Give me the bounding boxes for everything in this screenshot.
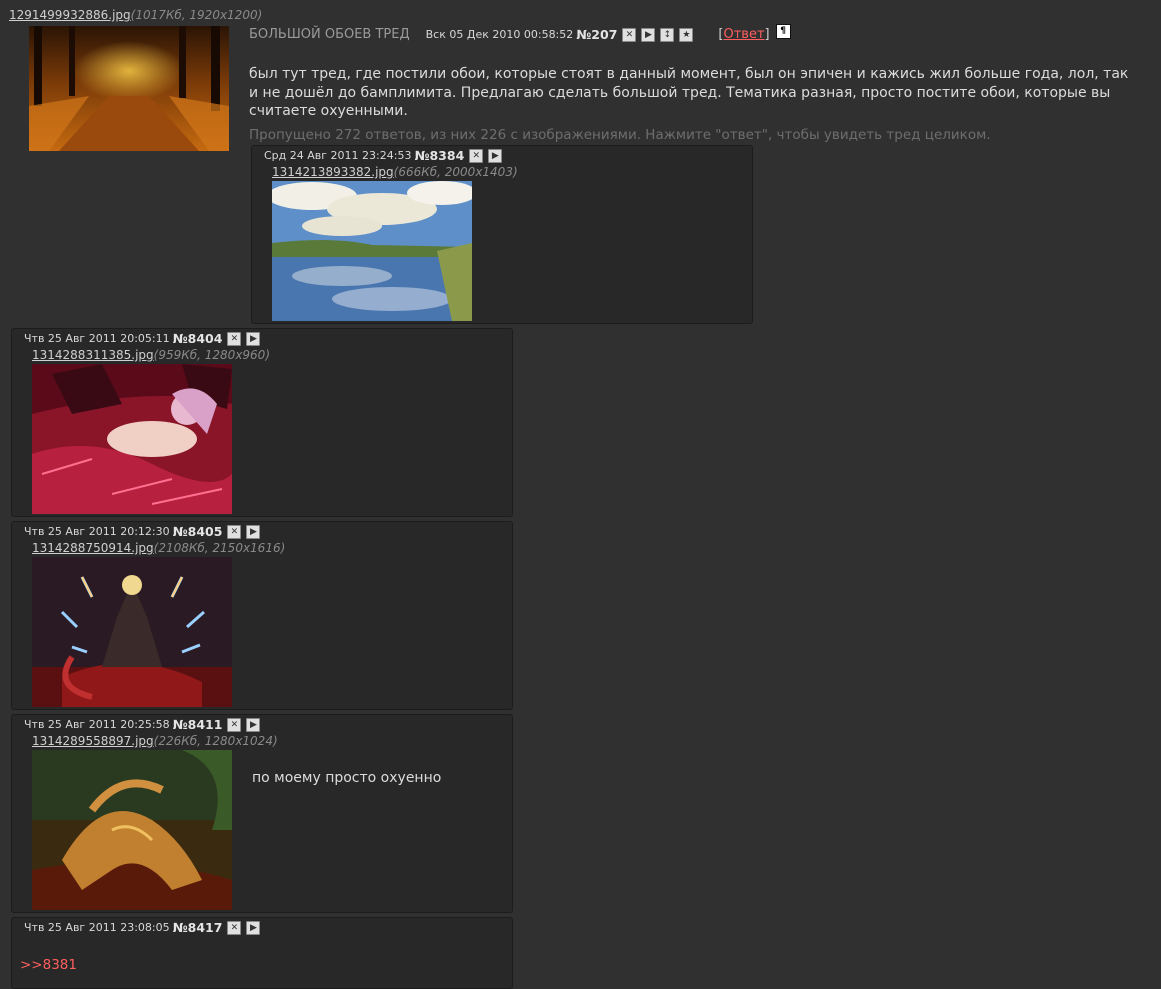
post-message: по моему просто охуенно: [252, 770, 442, 786]
post-number[interactable]: №8384: [414, 148, 464, 163]
reply-link-wrapper: [Ответ]: [718, 27, 770, 42]
post-file-meta: (2108Кб, 2150x1616): [153, 541, 286, 555]
delete-icon[interactable]: ✕: [227, 524, 242, 539]
delete-icon[interactable]: ✕: [227, 717, 242, 732]
bookmark-icon[interactable]: ¶: [775, 24, 791, 39]
star-icon[interactable]: ★: [679, 27, 694, 42]
post-header: Чтв 25 Авг 2011 20:25:58 №8411 ✕ ▶: [24, 717, 265, 732]
play-icon[interactable]: ▶: [246, 524, 261, 539]
post-file-link[interactable]: 1314288311385.jpg: [32, 348, 154, 362]
post-thumbnail-creature[interactable]: [32, 750, 232, 910]
post-date: Чтв 25 Авг 2011 23:08:05: [24, 921, 170, 934]
updown-icon[interactable]: ↕: [660, 27, 675, 42]
post-number[interactable]: №8405: [173, 524, 223, 539]
delete-icon[interactable]: ✕: [227, 920, 242, 935]
post-date: Чтв 25 Авг 2011 20:25:58: [24, 718, 170, 731]
op-file-link[interactable]: 1291499932886.jpg: [9, 8, 131, 22]
post-header: Чтв 25 Авг 2011 23:08:05 №8417 ✕ ▶: [24, 920, 265, 935]
post-8404: Чтв 25 Авг 2011 20:05:11 №8404 ✕ ▶ 13142…: [11, 328, 513, 517]
post-8384: Срд 24 Авг 2011 23:24:53 №8384 ✕ ▶ 13142…: [251, 145, 753, 324]
post-header: Чтв 25 Авг 2011 20:05:11 №8404 ✕ ▶: [24, 331, 265, 346]
post-thumbnail-anime-red[interactable]: [32, 364, 232, 514]
post-file-link[interactable]: 1314213893382.jpg: [272, 165, 394, 179]
post-file-meta: (959Кб, 1280x960): [153, 348, 271, 362]
op-header: БОЛЬШОЙ ОБОЕВ ТРЕД Вск 05 Дек 2010 00:58…: [249, 24, 791, 42]
delete-icon[interactable]: ✕: [469, 148, 484, 163]
post-8411: Чтв 25 Авг 2011 20:25:58 №8411 ✕ ▶ 13142…: [11, 714, 513, 913]
post-file-link[interactable]: 1314288750914.jpg: [32, 541, 154, 555]
omitted-notice: Пропущено 272 ответов, из них 226 с изоб…: [249, 127, 991, 143]
post-8405: Чтв 25 Авг 2011 20:12:30 №8405 ✕ ▶ 13142…: [11, 521, 513, 710]
op-message: был тут тред, где постили обои, которые …: [249, 66, 1129, 119]
op-file-meta: (1017Кб, 1920x1200): [130, 8, 263, 22]
post-file-meta: (666Кб, 2000x1403): [393, 165, 518, 179]
op-subject: БОЛЬШОЙ ОБОЕВ ТРЕД: [249, 27, 410, 42]
post-date: Срд 24 Авг 2011 23:24:53: [264, 149, 412, 162]
play-icon[interactable]: ▶: [246, 920, 261, 935]
post-header: Чтв 25 Авг 2011 20:12:30 №8405 ✕ ▶: [24, 524, 265, 539]
play-icon[interactable]: ▶: [246, 717, 261, 732]
post-file-info: 1314289558897.jpg(226Кб, 1280x1024): [32, 734, 278, 748]
op-thumbnail-autumn-road[interactable]: [29, 26, 229, 151]
post-date: Чтв 25 Авг 2011 20:05:11: [24, 332, 170, 345]
post-file-info: 1314288311385.jpg(959Кб, 1280x960): [32, 348, 270, 362]
post-file-info: 1314213893382.jpg(666Кб, 2000x1403): [272, 165, 518, 179]
post-file-info: 1314288750914.jpg(2108Кб, 2150x1616): [32, 541, 285, 555]
post-8417: Чтв 25 Авг 2011 23:08:05 №8417 ✕ ▶ >>838…: [11, 917, 513, 989]
op-file-info: 1291499932886.jpg(1017Кб, 1920x1200): [9, 8, 262, 22]
post-file-meta: (226Кб, 1280x1024): [153, 734, 278, 748]
post-file-link[interactable]: 1314289558897.jpg: [32, 734, 154, 748]
post-number[interactable]: №8411: [173, 717, 223, 732]
reply-link[interactable]: Ответ: [723, 27, 764, 42]
delete-icon[interactable]: ✕: [622, 27, 637, 42]
post-thumbnail-anime-dark[interactable]: [32, 557, 232, 707]
op-date: Вск 05 Дек 2010 00:58:52: [425, 28, 574, 41]
post-thumbnail-lake[interactable]: [272, 181, 472, 321]
post-date: Чтв 25 Авг 2011 20:12:30: [24, 525, 170, 538]
post-number[interactable]: №8404: [173, 331, 223, 346]
post-number[interactable]: №8417: [173, 920, 223, 935]
op-number[interactable]: №207: [576, 27, 617, 42]
play-icon[interactable]: ▶: [246, 331, 261, 346]
post-header: Срд 24 Авг 2011 23:24:53 №8384 ✕ ▶: [264, 148, 507, 163]
play-icon[interactable]: ▶: [641, 27, 656, 42]
play-icon[interactable]: ▶: [488, 148, 503, 163]
delete-icon[interactable]: ✕: [227, 331, 242, 346]
